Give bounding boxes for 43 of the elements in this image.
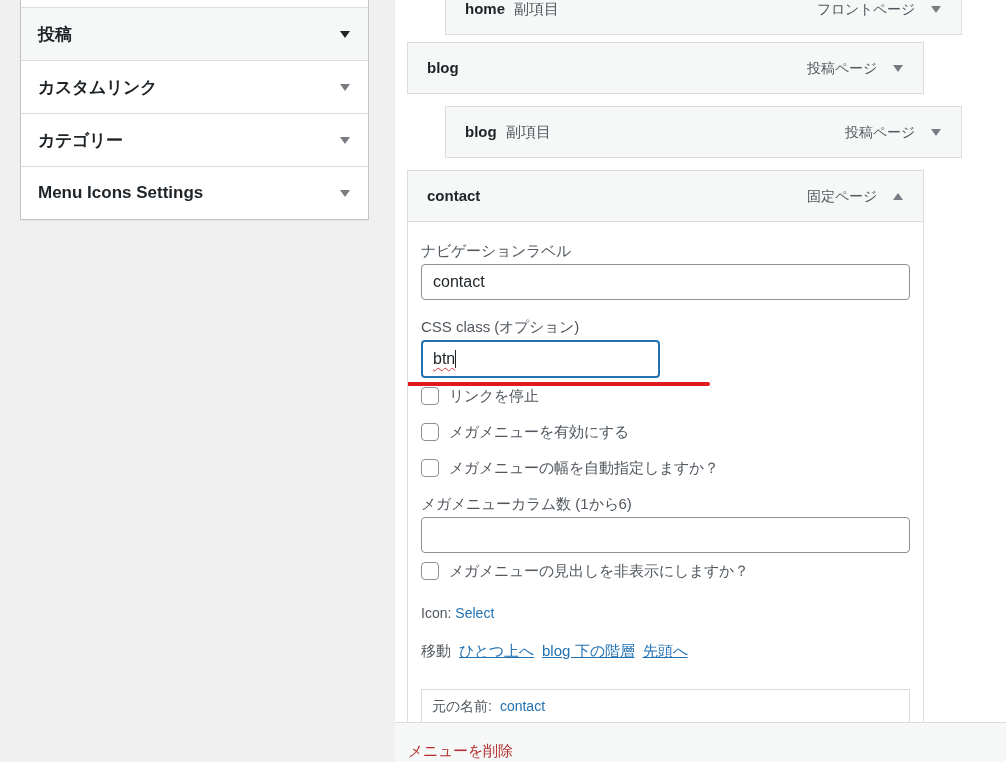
accordion-section[interactable]: 投稿 <box>21 8 368 61</box>
input-field[interactable]: btn <box>421 340 660 378</box>
original-name-label: 元の名前: <box>432 698 492 716</box>
select-icon-link[interactable]: Select <box>455 605 495 621</box>
input-field[interactable] <box>421 517 910 553</box>
checkbox-label: メガメニューを有効にする <box>449 423 629 441</box>
menu-item-bar[interactable]: home 副項目 フロントページ <box>445 0 962 35</box>
move-link[interactable]: 先頭へ <box>642 642 688 661</box>
sub-item-label: 副項目 <box>505 124 551 140</box>
accordion-section[interactable]: Menu Icons Settings <box>21 167 368 219</box>
original-link[interactable]: contact <box>499 698 546 720</box>
icon-setting-label: Icon: <box>421 605 452 621</box>
accordion-section[interactable]: カテゴリー <box>21 114 368 167</box>
move-link[interactable]: ひとつ上へ <box>459 642 534 661</box>
checkbox-label: メガメニューの見出しを非表示にしますか？ <box>449 562 749 580</box>
checkbox[interactable] <box>421 459 439 477</box>
menu-item-title: blog <box>465 124 497 140</box>
menu-item-bar[interactable]: blog 副項目 投稿ページ <box>445 106 962 158</box>
item-type-label: 投稿ページ <box>845 124 915 140</box>
checkbox[interactable] <box>421 423 439 441</box>
field-label: メガメニューカラム数 (1から6) <box>421 495 633 513</box>
checkbox-label: メガメニューの幅を自動指定しますか？ <box>449 459 719 477</box>
item-type-label: 固定ページ <box>807 188 877 204</box>
delete-menu-link[interactable]: メニューを削除 <box>408 742 513 759</box>
menu-item-bar[interactable]: blog 投稿ページ <box>407 42 924 94</box>
caret-down-icon[interactable] <box>340 30 350 38</box>
move-label: 移動 <box>421 642 451 661</box>
checkbox-label: リンクを停止 <box>449 387 539 405</box>
checkbox[interactable] <box>421 387 439 405</box>
field-label: CSS class (オプション) <box>421 318 581 336</box>
input-field[interactable]: contact <box>421 264 910 300</box>
item-type-label: 投稿ページ <box>807 60 877 76</box>
menu-item-title: contact <box>427 188 481 204</box>
accordion-section[interactable]: カスタムリンク <box>21 61 368 114</box>
menu-item-title: home <box>465 1 505 17</box>
menu-item-bar[interactable]: contact 固定ページ <box>407 170 924 222</box>
caret-up-icon[interactable] <box>893 192 903 200</box>
sub-item-label: 副項目 <box>514 1 559 17</box>
checkbox[interactable] <box>421 562 439 580</box>
menu-item-title: blog <box>427 60 459 76</box>
field-label: ナビゲーションラベル <box>421 242 572 260</box>
item-type-label: フロントページ <box>817 1 915 17</box>
move-link[interactable]: blog 下の階層 <box>542 642 635 661</box>
